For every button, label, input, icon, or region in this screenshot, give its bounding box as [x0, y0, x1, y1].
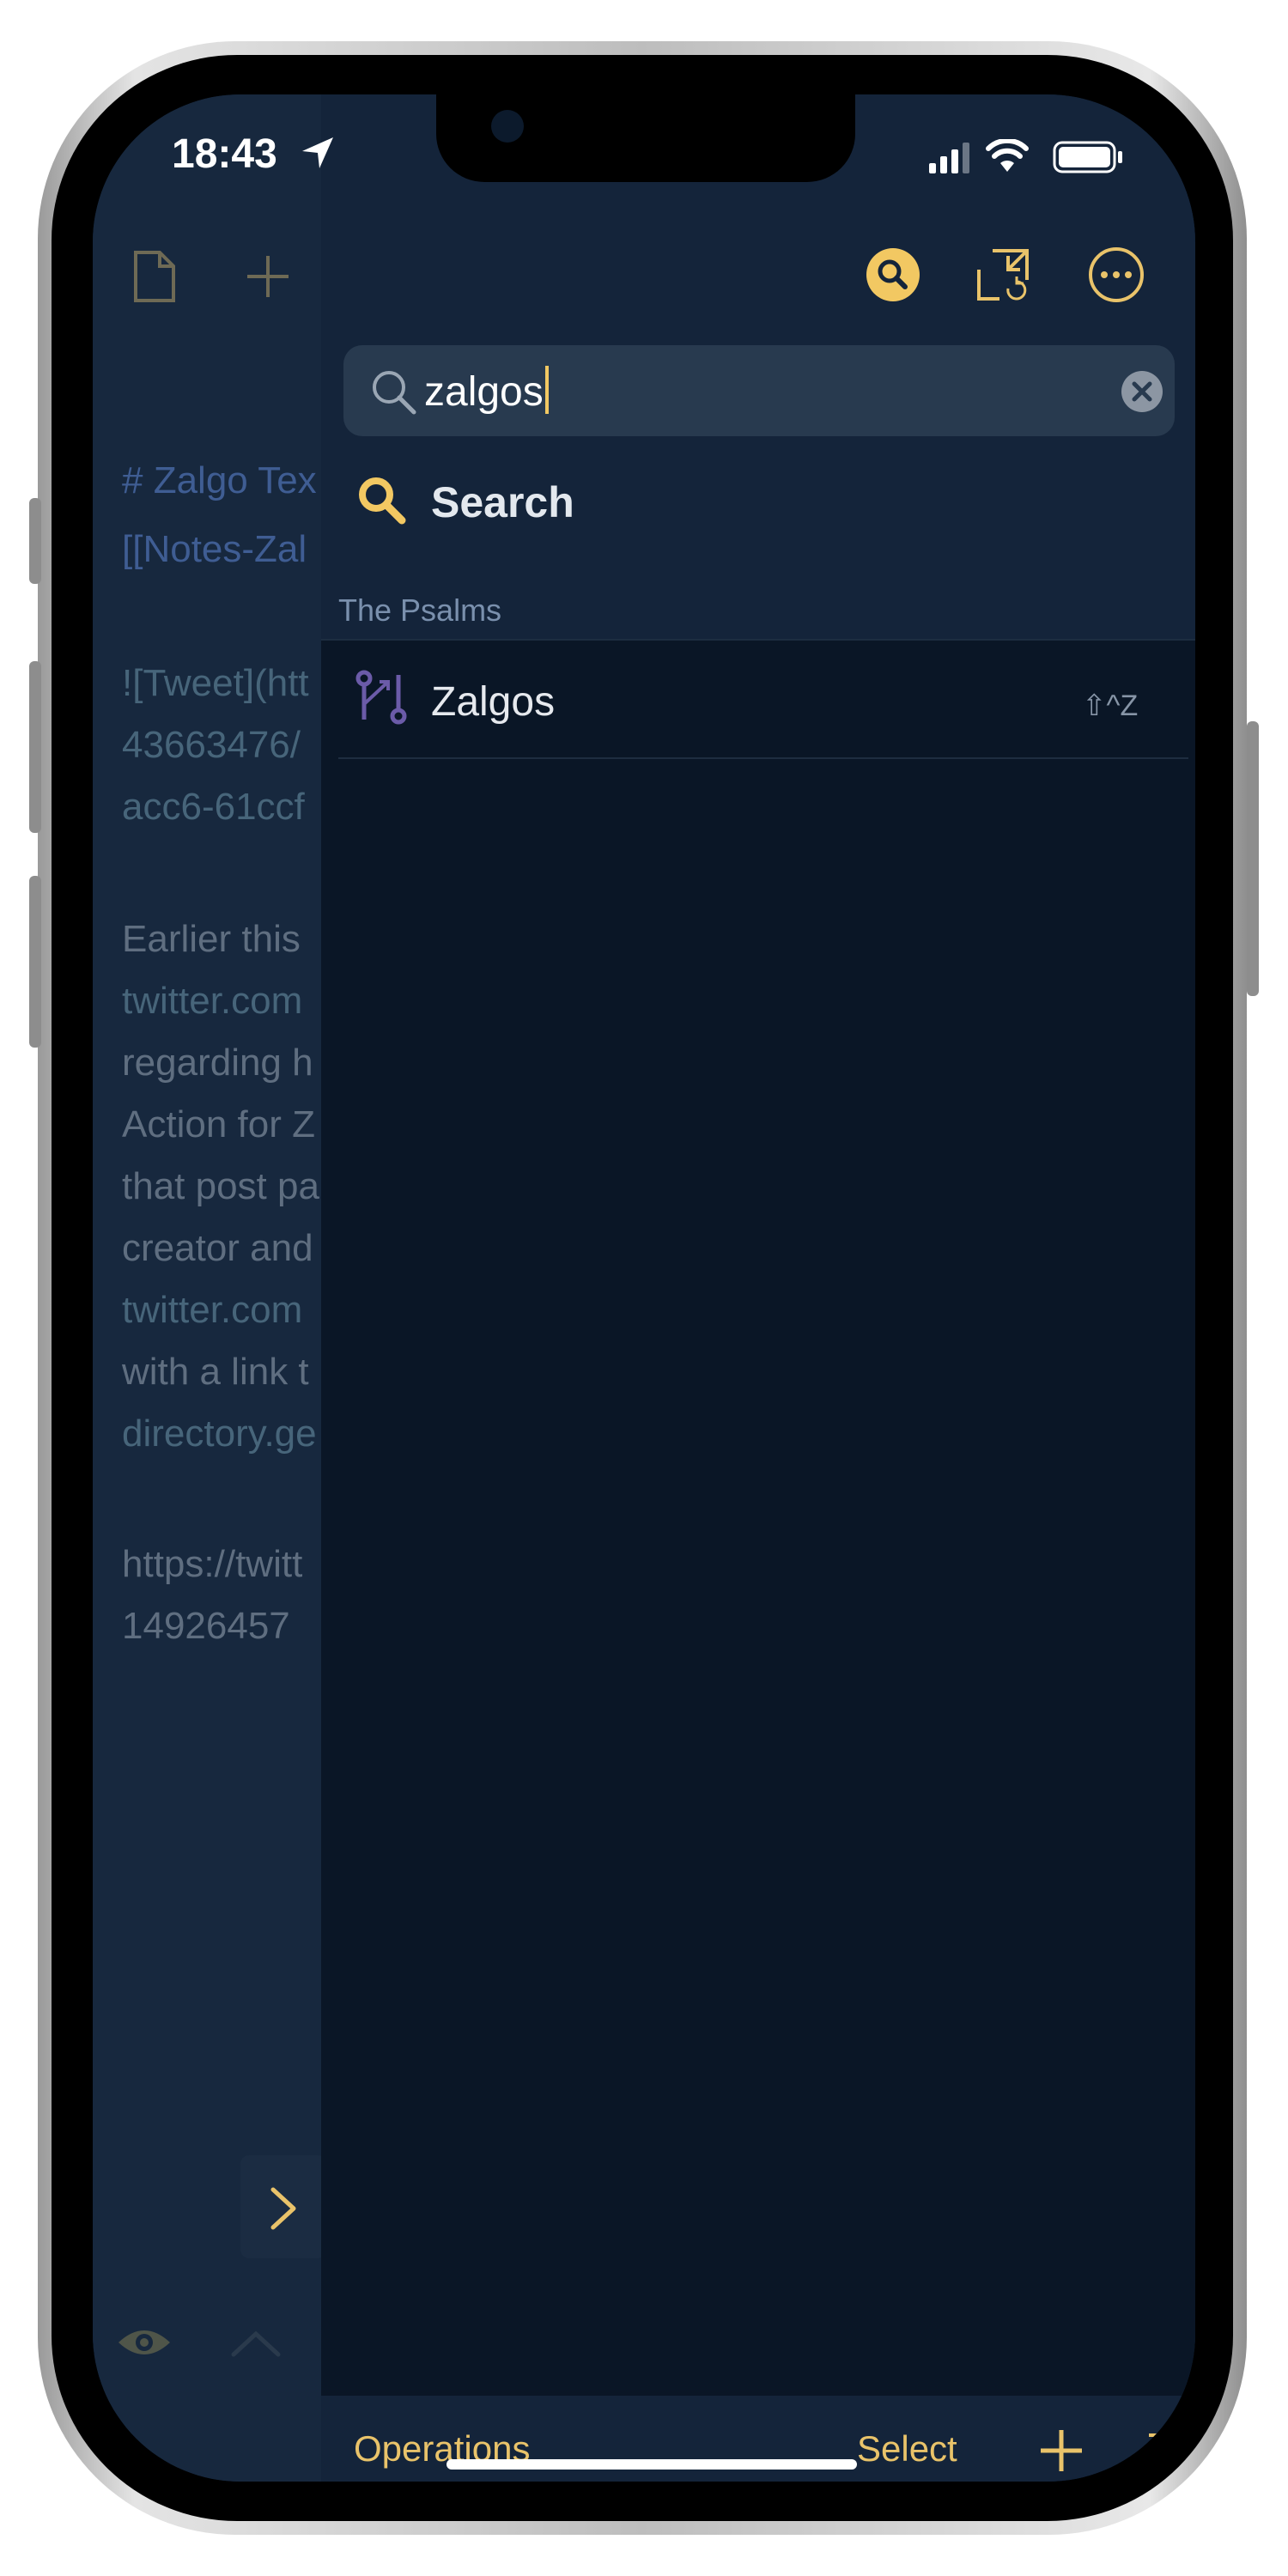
add-icon[interactable] — [1037, 2427, 1085, 2475]
volume-up-button — [29, 661, 41, 833]
chevron-up-icon[interactable] — [230, 2330, 282, 2358]
editor-line: 43663476/ — [122, 724, 301, 766]
editor-line: [[Notes-Zal — [122, 528, 307, 570]
editor-line: regarding h — [122, 1042, 313, 1084]
section-header: The Psalms — [338, 592, 502, 628]
editor-line: ![Tweet](htt — [122, 662, 309, 704]
editor-line: that post pa — [122, 1165, 319, 1207]
editor-line: https://twitt — [122, 1543, 303, 1585]
silent-switch — [29, 498, 41, 584]
text-caret — [544, 366, 549, 414]
clear-search-icon[interactable] — [1120, 369, 1164, 414]
document-icon[interactable] — [131, 249, 179, 304]
status-time: 18:43 — [172, 131, 277, 177]
result-label: Zalgos — [431, 679, 556, 725]
search-input-value[interactable]: zalgos — [424, 366, 549, 416]
search-icon — [359, 477, 406, 525]
search-action-label: Search — [431, 478, 574, 526]
editor-line: twitter.com — [122, 1289, 303, 1331]
editor-line: 14926457 — [122, 1605, 290, 1647]
editor-line: twitter.com — [122, 980, 303, 1022]
expand-panel-button[interactable] — [240, 2155, 326, 2258]
editor-line: creator and — [122, 1227, 313, 1269]
location-arrow-icon — [302, 137, 333, 168]
more-options-icon[interactable] — [1087, 246, 1145, 304]
search-panel: zalgos Search The Psalms Zalgos ⇧^Z Oper… — [321, 94, 1195, 2482]
keyboard-shortcut: ⇧^Z — [1082, 690, 1139, 722]
editor-line: Action for Z — [122, 1103, 315, 1145]
list-sort-icon[interactable] — [1147, 2427, 1190, 2475]
section-divider — [321, 639, 1195, 641]
editor-line: Earlier this — [122, 918, 301, 960]
search-mode-icon[interactable] — [866, 247, 920, 302]
editor-line: acc6-61ccf — [122, 786, 305, 828]
action-sync-icon — [355, 670, 407, 725]
editor-line: # Zalgo Tex — [122, 459, 317, 501]
select-button[interactable]: Select — [857, 2428, 957, 2470]
battery-icon — [1053, 141, 1122, 173]
switch-view-icon[interactable] — [974, 246, 1032, 304]
home-indicator — [447, 2459, 857, 2470]
result-divider — [338, 757, 1188, 759]
preview-eye-icon[interactable] — [117, 2324, 172, 2361]
screen: # Zalgo Tex [[Notes-Zal ![Tweet](htt 436… — [93, 94, 1195, 2482]
editor-line: with a link t — [122, 1351, 309, 1393]
power-button — [1247, 721, 1259, 996]
volume-down-button — [29, 876, 41, 1048]
chevron-right-icon — [270, 2187, 296, 2230]
front-camera — [491, 110, 524, 143]
magnifier-icon — [373, 371, 416, 415]
wifi-icon — [986, 139, 1029, 172]
editor-pane[interactable]: # Zalgo Tex [[Notes-Zal ![Tweet](htt 436… — [93, 94, 350, 2482]
editor-line: directory.ge — [122, 1413, 317, 1455]
cellular-signal-icon — [929, 143, 969, 173]
new-note-plus-icon[interactable] — [244, 252, 292, 301]
